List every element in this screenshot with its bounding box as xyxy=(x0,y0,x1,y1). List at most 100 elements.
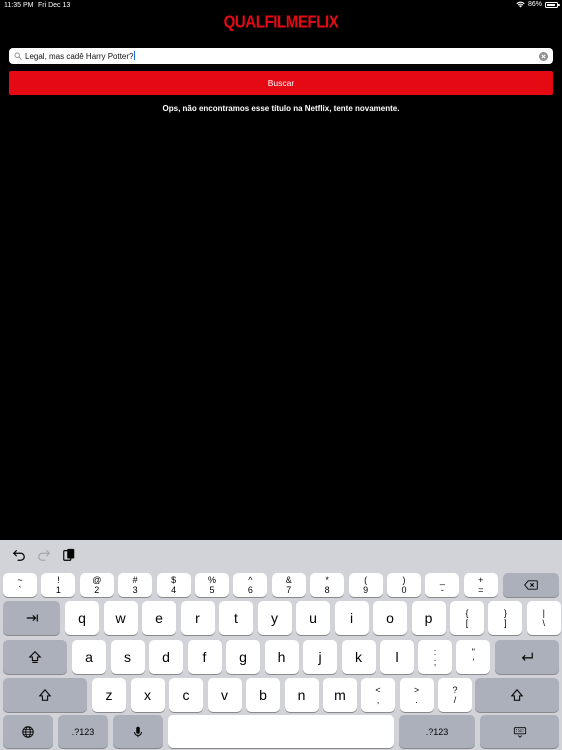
key-quote[interactable]: " ' xyxy=(456,640,491,674)
key-`[interactable]: ~ ` xyxy=(3,573,37,597)
search-button[interactable]: Buscar xyxy=(9,71,553,95)
numbers-key-right[interactable]: .?123 xyxy=(399,715,475,748)
key-label: b xyxy=(259,687,267,703)
key-label: l xyxy=(395,649,399,665)
key-label: h xyxy=(277,649,286,665)
delete-key[interactable] xyxy=(503,573,559,597)
key-top-label: { xyxy=(465,608,469,618)
key-c[interactable]: c xyxy=(169,678,203,712)
key-a[interactable]: a xyxy=(72,640,106,674)
key-h[interactable]: h xyxy=(264,640,299,674)
key-slash[interactable]: ? / xyxy=(438,678,472,712)
key-top-label: ? xyxy=(452,685,458,695)
clear-icon[interactable] xyxy=(539,51,548,61)
key-k[interactable]: k xyxy=(341,640,376,674)
key---labels: _ - xyxy=(440,575,445,595)
key-comma[interactable]: <, xyxy=(361,678,395,712)
key-f[interactable]: f xyxy=(187,640,222,674)
key-w[interactable]: w xyxy=(103,601,138,635)
key-s[interactable]: s xyxy=(110,640,145,674)
search-input[interactable]: Legal, mas cadê Harry Potter? xyxy=(9,48,553,64)
key-b[interactable]: b xyxy=(246,678,280,712)
key-e[interactable]: e xyxy=(142,601,176,635)
shift-right-key[interactable] xyxy=(475,678,559,712)
key-bottom-label: = xyxy=(478,585,484,595)
key-;-labels: :; xyxy=(434,647,437,667)
key-]-labels: }] xyxy=(504,608,507,628)
key-bottom-label: \ xyxy=(542,618,546,628)
key-6[interactable]: ^ 6 xyxy=(233,573,268,597)
key-q[interactable]: q xyxy=(65,601,99,635)
key-bottom-label: 1 xyxy=(55,585,61,595)
key-period[interactable]: >. xyxy=(399,678,434,712)
key-top-label: + xyxy=(478,575,484,585)
key-i[interactable]: i xyxy=(334,601,369,635)
key-p[interactable]: p xyxy=(411,601,446,635)
paste-icon[interactable] xyxy=(62,548,76,562)
key-label: y xyxy=(271,610,278,626)
key-n[interactable]: n xyxy=(284,678,319,712)
key-4[interactable]: $4 xyxy=(156,573,191,597)
key-z[interactable]: z xyxy=(92,678,126,712)
numbers-key-left[interactable]: .?123 xyxy=(58,715,108,748)
key-o[interactable]: o xyxy=(373,601,407,635)
key-7[interactable]: & 7 xyxy=(271,573,306,597)
key-2[interactable]: @2 xyxy=(79,573,114,597)
key-bottom-label: , xyxy=(376,695,380,705)
key-top-label: > xyxy=(413,685,420,695)
return-key[interactable] xyxy=(495,640,559,674)
key-;[interactable]: :; xyxy=(418,640,452,674)
key-1[interactable]: ! 1 xyxy=(41,573,76,597)
shift-left-key[interactable] xyxy=(3,678,87,712)
hide-keyboard-icon xyxy=(513,726,526,738)
hide-keyboard-key[interactable] xyxy=(480,715,559,748)
redo-icon[interactable] xyxy=(37,548,51,562)
globe-icon xyxy=(22,725,34,738)
key-8[interactable]: * 8 xyxy=(310,573,345,597)
key-g[interactable]: g xyxy=(226,640,260,674)
key-3[interactable]: #3 xyxy=(118,573,153,597)
key-bottom-label: 0 xyxy=(401,585,407,595)
key-label: f xyxy=(202,649,207,665)
key-v[interactable]: v xyxy=(207,678,242,712)
key--[interactable]: _ - xyxy=(425,573,460,597)
key-label: r xyxy=(195,610,200,626)
key-bottom-label: / xyxy=(453,695,457,705)
key-[[interactable]: {[ xyxy=(450,601,484,635)
key-bottom-label: 3 xyxy=(132,585,138,595)
key-0[interactable]: ) 0 xyxy=(387,573,421,597)
key-period-labels: >. xyxy=(414,685,419,705)
key-bottom-label: ' xyxy=(472,657,475,667)
caps-lock-key[interactable] xyxy=(3,640,67,674)
key-l[interactable]: l xyxy=(380,640,414,674)
key-=[interactable]: + = xyxy=(463,573,498,597)
key-bottom-label: 6 xyxy=(247,585,253,595)
key-r[interactable]: r xyxy=(180,601,215,635)
key-2-labels: @2 xyxy=(92,575,101,595)
key-label: o xyxy=(386,610,394,626)
key-4-labels: $4 xyxy=(171,575,176,595)
tab-key[interactable] xyxy=(3,601,60,635)
return-icon xyxy=(521,652,533,661)
key-9[interactable]: (9 xyxy=(348,573,383,597)
key-m[interactable]: m xyxy=(323,678,357,712)
key-u[interactable]: u xyxy=(296,601,330,635)
space-key[interactable] xyxy=(168,715,394,748)
key-bottom-label: ] xyxy=(504,618,507,628)
key-x[interactable]: x xyxy=(130,678,165,712)
undo-icon[interactable] xyxy=(12,548,26,562)
key-label: a xyxy=(85,649,93,665)
battery-icon xyxy=(545,1,560,8)
key-y[interactable]: y xyxy=(257,601,292,635)
key-][interactable]: }] xyxy=(488,601,523,635)
key-label: v xyxy=(221,687,228,703)
key-\[interactable]: | \ xyxy=(526,601,561,635)
key-label: w xyxy=(115,610,126,626)
key-j[interactable]: j xyxy=(303,640,337,674)
key-5[interactable]: % 5 xyxy=(195,573,229,597)
dictation-key[interactable] xyxy=(113,715,163,748)
globe-key[interactable] xyxy=(3,715,53,748)
key-t[interactable]: t xyxy=(219,601,253,635)
key-top-label: _ xyxy=(439,575,445,585)
key-d[interactable]: d xyxy=(149,640,183,674)
